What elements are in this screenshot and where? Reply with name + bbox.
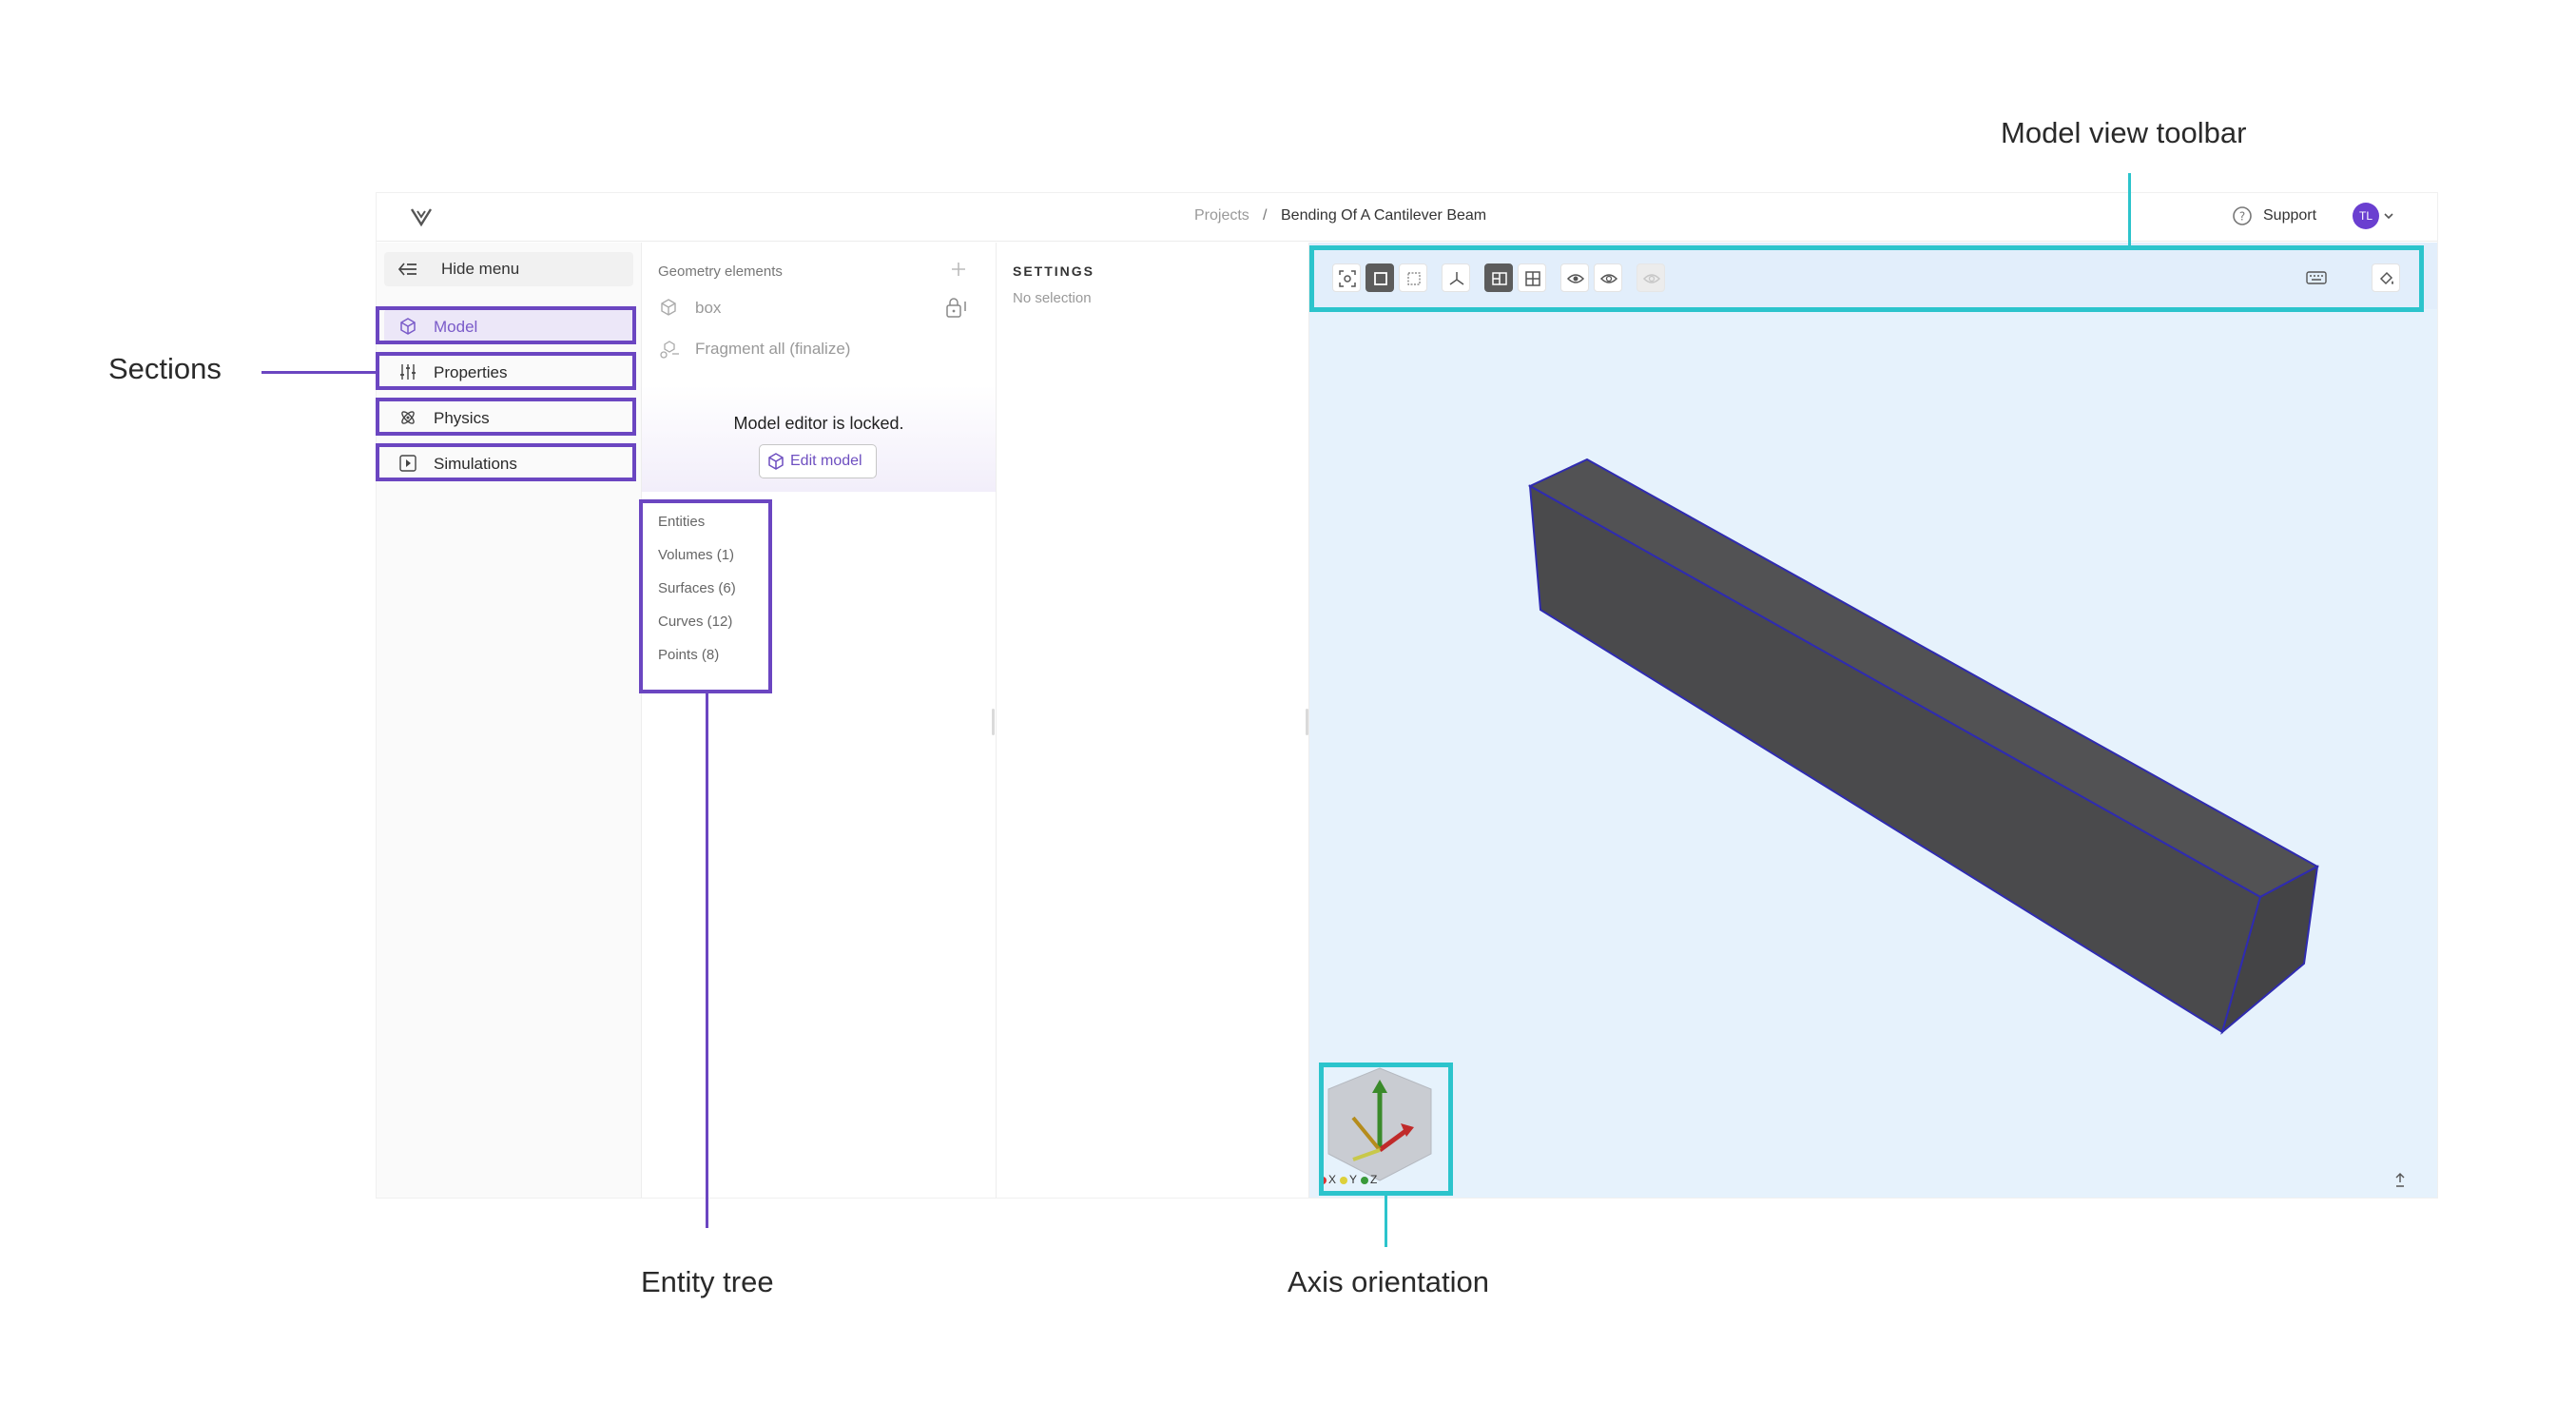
axis-orientation-annotation: Axis orientation (1288, 1265, 1489, 1298)
cube-icon (659, 298, 678, 317)
model-view-toolbar-annotation: Model view toolbar (2001, 116, 2247, 149)
panel-resize-handle[interactable] (992, 709, 995, 735)
highlight-physics (376, 398, 636, 436)
hide-menu-label: Hide menu (441, 260, 520, 278)
chevron-down-icon[interactable] (2383, 209, 2394, 221)
entity-tree-annotation: Entity tree (641, 1265, 774, 1298)
beam-model[interactable] (1309, 243, 2437, 1198)
highlight-simulations (376, 443, 636, 481)
edit-model-button[interactable]: Edit model (759, 444, 877, 478)
sections-annotation: Sections (108, 352, 222, 385)
add-icon[interactable] (949, 260, 968, 279)
logo-icon[interactable] (409, 205, 434, 229)
locked-notice: Model editor is locked. Edit model (642, 385, 996, 492)
collapse-menu-icon (397, 261, 418, 278)
geometry-panel: Geometry elements box Fragment all (fina… (642, 243, 997, 1198)
highlight-entity-tree (639, 499, 772, 693)
help-icon[interactable]: ? (2232, 205, 2253, 226)
entity-tree-connector (706, 693, 708, 1228)
edit-model-label: Edit model (790, 453, 862, 469)
locked-message: Model editor is locked. (733, 414, 904, 433)
fragment-icon (659, 339, 680, 360)
hide-menu-button[interactable]: Hide menu (384, 252, 633, 286)
viewport-corner-icon[interactable] (2393, 1173, 2407, 1188)
highlight-properties (376, 352, 636, 390)
breadcrumb-current: Bending Of A Cantilever Beam (1281, 207, 1487, 224)
geometry-item-label: Fragment all (finalize) (695, 340, 851, 358)
geometry-header: Geometry elements (658, 263, 783, 280)
panel-resize-handle[interactable] (1306, 709, 1308, 735)
sections-connector (261, 371, 378, 374)
beam-front-face (1528, 484, 2262, 1034)
geometry-item-box[interactable]: box (642, 290, 996, 324)
lock-icon[interactable] (944, 296, 969, 319)
settings-panel: SETTINGS No selection (997, 243, 1309, 1198)
avatar[interactable]: TL (2353, 203, 2379, 229)
support-link[interactable]: Support (2263, 207, 2316, 224)
app-window: Projects / Bending Of A Cantilever Beam … (376, 192, 2438, 1199)
breadcrumb-separator: / (1263, 207, 1268, 224)
settings-empty: No selection (1013, 290, 1092, 306)
highlight-model (376, 306, 636, 344)
geometry-item-fragment[interactable]: Fragment all (finalize) (642, 331, 996, 365)
settings-title: SETTINGS (1013, 263, 1095, 279)
toolbar-connector (2128, 173, 2131, 247)
axis-connector (1385, 1196, 1387, 1247)
highlight-model-view-toolbar (1309, 245, 2424, 312)
highlight-axis-orientation (1319, 1063, 1453, 1196)
geometry-item-label: box (695, 299, 722, 317)
cube-icon (767, 453, 784, 470)
model-viewport[interactable]: X Y Z (1309, 243, 2437, 1198)
svg-text:?: ? (2239, 210, 2245, 224)
breadcrumb-projects[interactable]: Projects (1194, 207, 1249, 224)
